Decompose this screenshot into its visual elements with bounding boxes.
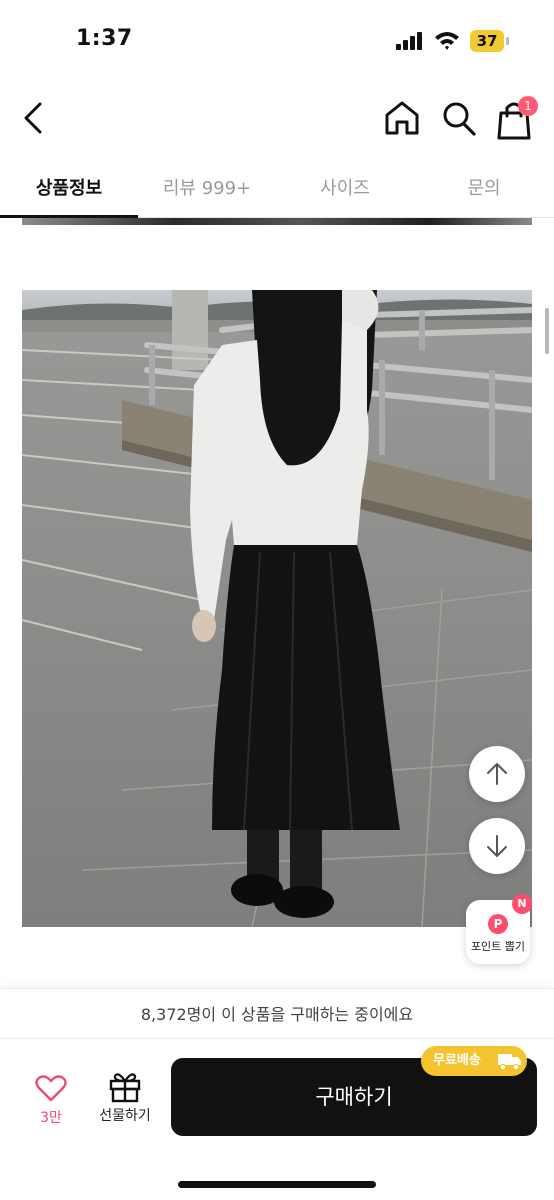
- home-icon[interactable]: [382, 98, 422, 138]
- gift-label: 선물하기: [99, 1108, 151, 1124]
- status-bar: 1:37 37: [0, 0, 554, 84]
- like-button[interactable]: 3만: [28, 1073, 74, 1129]
- home-indicator: [178, 1181, 376, 1188]
- free-shipping-label: 무료배송: [433, 1053, 481, 1068]
- point-icon: P: [488, 914, 508, 934]
- point-draw-label: 포인트 뽑기: [470, 940, 526, 953]
- arrow-down-icon: [487, 835, 507, 857]
- scroll-up-button[interactable]: [469, 746, 525, 802]
- gift-icon: [109, 1073, 141, 1103]
- tab-product-info[interactable]: 상품정보: [0, 174, 138, 200]
- truck-icon: [498, 1054, 521, 1071]
- free-shipping-badge: 무료배송: [421, 1046, 527, 1076]
- arrow-up-icon: [487, 763, 507, 785]
- previous-image-edge: [22, 218, 532, 225]
- cellular-signal-icon: [396, 32, 422, 50]
- app-header: 1: [0, 84, 554, 154]
- like-count: 3만: [40, 1110, 62, 1126]
- status-time: 1:37: [76, 26, 133, 51]
- chevron-left-icon[interactable]: [18, 100, 52, 136]
- scroll-down-button[interactable]: [469, 818, 525, 874]
- battery-icon: 37: [470, 30, 510, 52]
- purchase-panel: 8,372명이 이 상품을 구매하는 중이에요 3만 선물하기 구매하기: [0, 988, 554, 1200]
- wifi-icon: [435, 32, 459, 50]
- heart-icon: [35, 1075, 67, 1102]
- cart-count-badge: 1: [518, 96, 538, 116]
- tab-inquiry[interactable]: 문의: [414, 174, 554, 200]
- scroll-indicator[interactable]: [545, 308, 549, 354]
- model-photo-illustration: [22, 290, 532, 927]
- tab-reviews[interactable]: 리뷰 999+: [138, 174, 276, 200]
- new-badge: N: [512, 894, 532, 914]
- search-icon[interactable]: [440, 98, 478, 138]
- battery-level: 37: [476, 32, 498, 50]
- cart-button[interactable]: 1: [494, 96, 540, 140]
- product-photo: [22, 290, 532, 927]
- product-tabs: 상품정보 리뷰 999+ 사이즈 문의: [0, 160, 554, 218]
- tab-size[interactable]: 사이즈: [276, 174, 414, 200]
- gift-button[interactable]: 선물하기: [92, 1071, 158, 1129]
- buyer-count-text: 8,372명이 이 상품을 구매하는 중이에요: [0, 989, 554, 1039]
